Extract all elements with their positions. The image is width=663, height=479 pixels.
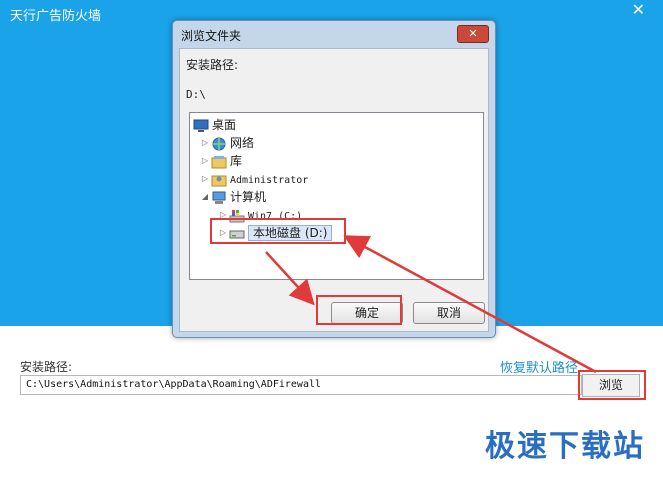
arrow-drive-to-ok <box>265 251 315 306</box>
arrow-browse-to-drive <box>343 235 597 374</box>
annotation-arrows <box>265 235 597 374</box>
